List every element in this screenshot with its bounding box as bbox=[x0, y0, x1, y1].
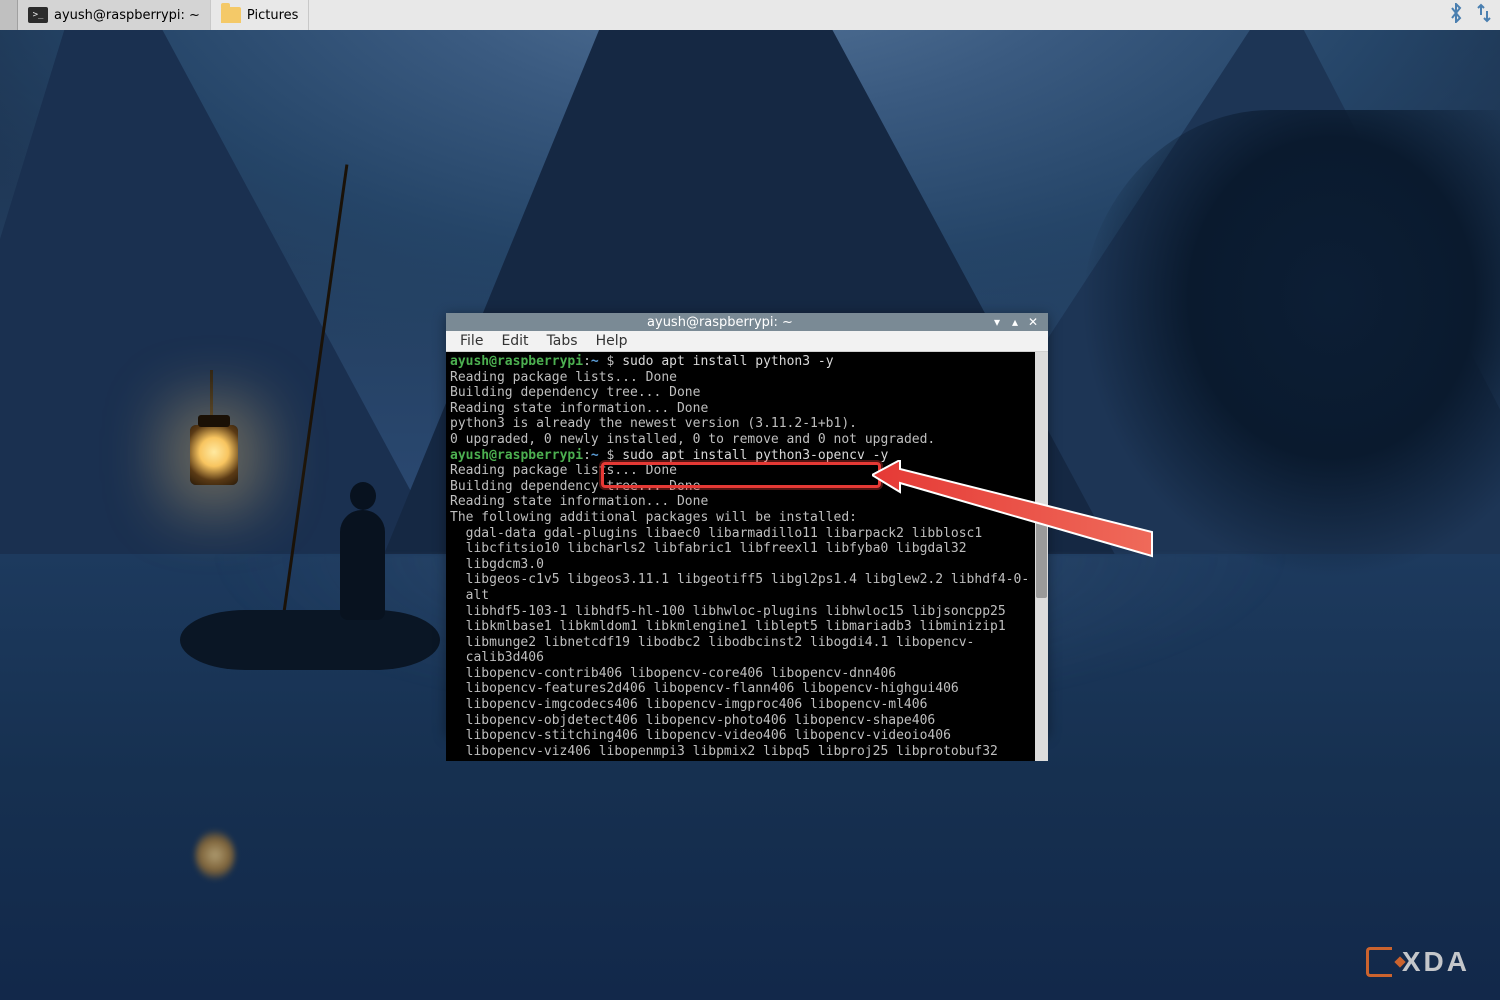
network-icon[interactable] bbox=[1476, 3, 1492, 28]
menu-edit[interactable]: Edit bbox=[493, 331, 536, 351]
taskbar: >_ ayush@raspberrypi: ~ Pictures bbox=[0, 0, 1500, 30]
menu-help[interactable]: Help bbox=[588, 331, 636, 351]
taskbar-item-terminal[interactable]: >_ ayush@raspberrypi: ~ bbox=[18, 0, 211, 30]
bluetooth-icon[interactable] bbox=[1448, 3, 1464, 28]
xda-logo-icon bbox=[1366, 947, 1392, 977]
taskbar-item-label: ayush@raspberrypi: ~ bbox=[54, 8, 200, 23]
terminal-icon: >_ bbox=[28, 7, 48, 23]
window-title: ayush@raspberrypi: ~ bbox=[452, 315, 988, 330]
terminal-window: ayush@raspberrypi: ~ ▾ ▴ ✕ File Edit Tab… bbox=[446, 313, 1048, 735]
folder-icon bbox=[221, 7, 241, 23]
scrollbar-thumb[interactable] bbox=[1036, 508, 1047, 598]
window-titlebar[interactable]: ayush@raspberrypi: ~ ▾ ▴ ✕ bbox=[446, 313, 1048, 331]
close-button[interactable]: ✕ bbox=[1024, 313, 1042, 331]
taskbar-app-menu[interactable] bbox=[0, 0, 18, 30]
maximize-button[interactable]: ▴ bbox=[1006, 313, 1024, 331]
terminal-scrollbar[interactable] bbox=[1035, 352, 1048, 761]
xda-watermark: XDA bbox=[1366, 946, 1470, 978]
menu-file[interactable]: File bbox=[452, 331, 491, 351]
taskbar-item-pictures[interactable]: Pictures bbox=[211, 0, 309, 30]
terminal-output[interactable]: ayush@raspberrypi:~ $ sudo apt install p… bbox=[446, 352, 1035, 761]
menu-tabs[interactable]: Tabs bbox=[539, 331, 586, 351]
taskbar-item-label: Pictures bbox=[247, 8, 298, 23]
minimize-button[interactable]: ▾ bbox=[988, 313, 1006, 331]
window-menubar: File Edit Tabs Help bbox=[446, 331, 1048, 352]
watermark-text: XDA bbox=[1402, 946, 1470, 978]
